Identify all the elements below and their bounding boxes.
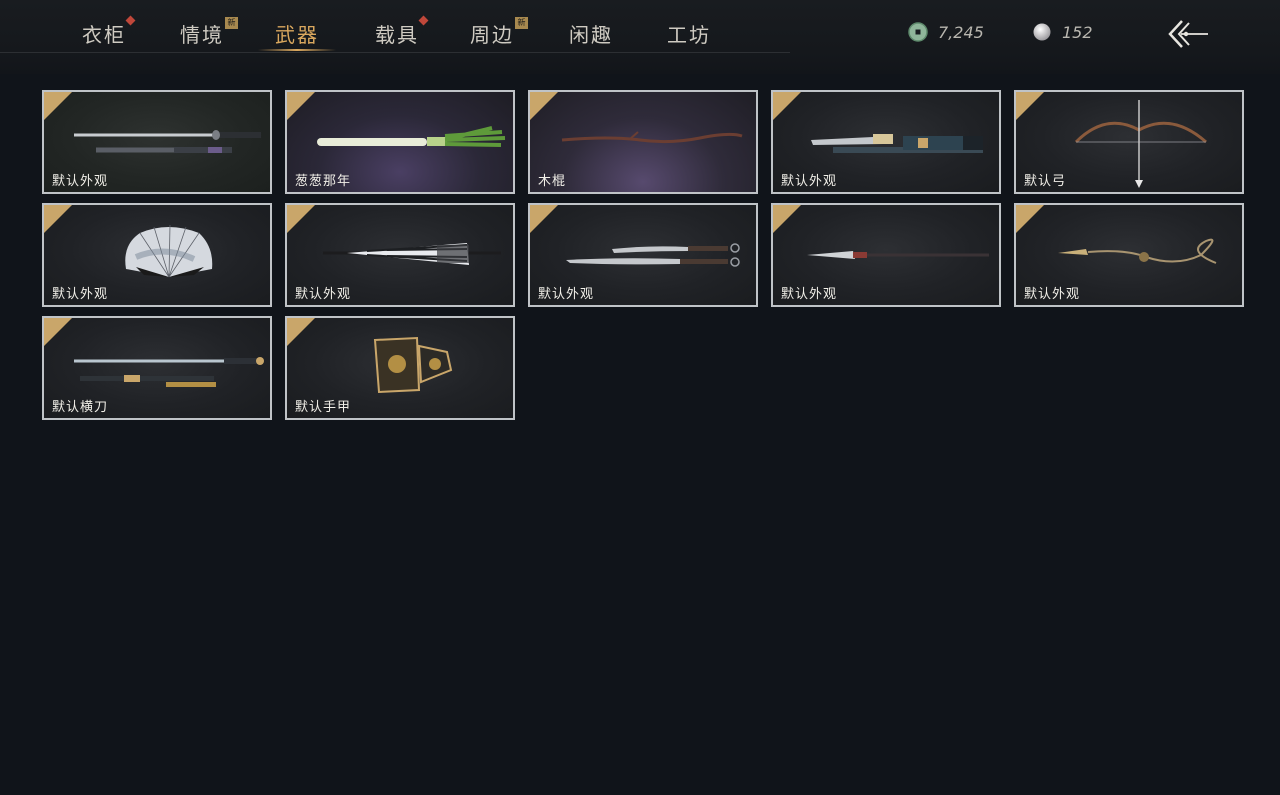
back-button[interactable] [1166,18,1210,50]
jade-coin-icon [908,22,928,42]
selected-checkmark [773,92,801,120]
back-arrow-icon [1168,20,1208,48]
weapon-name: 默认弓 [1024,174,1067,189]
pearl-amount: 152 [1062,22,1093,42]
selected-checkmark [44,92,72,120]
checkmark-icon [42,207,46,235]
checkmark-icon [528,207,532,235]
selected-checkmark [530,205,558,233]
selected-checkmark [530,92,558,120]
checkmark-icon [771,207,775,235]
category-tabs: 衣柜 情境 新 武器 载具 周边 新 闲趣 工坊 [0,0,790,53]
weapon-card[interactable]: 默认外观 [42,203,272,307]
weapon-card[interactable]: 葱葱那年 [285,90,515,194]
tab-label: 周边 [470,23,514,47]
weapon-name: 默认外观 [52,174,109,189]
active-tab-underline [258,49,336,51]
selected-checkmark [1016,92,1044,120]
weapon-card[interactable]: 默认手甲 [285,316,515,420]
weapon-name: 木棍 [538,174,567,189]
currency-pearl: 152 [1031,20,1093,44]
weapon-card[interactable]: 默认横刀 [42,316,272,420]
checkmark-icon [528,94,532,122]
tab-label: 情境 [180,23,224,47]
weapon-name: 默认外观 [781,174,838,189]
selected-checkmark [1016,205,1044,233]
weapon-card[interactable]: 默认外观 [285,203,515,307]
tab-wardrobe[interactable]: 衣柜 [82,15,136,49]
weapon-card[interactable]: 默认外观 [528,203,758,307]
weapon-name: 默认外观 [781,287,838,302]
pearl-icon [1033,23,1051,41]
selected-checkmark [287,92,315,120]
selected-checkmark [44,205,72,233]
jade-amount: 7,245 [938,22,984,42]
currency-jade: 7,245 [907,20,984,44]
checkmark-icon [1014,94,1018,122]
tab-label: 闲趣 [569,23,613,47]
tab-scene[interactable]: 情境 新 [180,17,238,49]
weapon-name: 默认外观 [52,287,109,302]
weapon-name: 葱葱那年 [295,174,352,189]
weapon-card[interactable]: 默认外观 [42,90,272,194]
weapon-card[interactable]: 默认外观 [1014,203,1244,307]
tab-weapons[interactable]: 武器 [275,19,319,49]
tab-leisure[interactable]: 闲趣 [569,19,613,49]
weapon-name: 默认横刀 [52,400,109,415]
selected-checkmark [287,205,315,233]
tab-workshop[interactable]: 工坊 [667,19,711,49]
weapon-card[interactable]: 默认外观 [771,203,1001,307]
weapon-card[interactable]: 默认外观 [771,90,1001,194]
tab-label: 武器 [275,23,319,47]
weapon-name: 默认手甲 [295,400,352,415]
tab-vehicles[interactable]: 载具 [375,15,429,49]
weapon-card[interactable]: 默认弓 [1014,90,1244,194]
weapon-name: 默认外观 [538,287,595,302]
tab-label: 衣柜 [82,23,126,47]
checkmark-icon [285,207,289,235]
weapon-card[interactable]: 木棍 [528,90,758,194]
checkmark-icon [771,94,775,122]
top-bar: 衣柜 情境 新 武器 载具 周边 新 闲趣 工坊 7,245 152 [0,0,1280,74]
red-dot-badge [125,15,136,26]
new-badge: 新 [225,17,238,29]
checkmark-icon [285,94,289,122]
checkmark-icon [1014,207,1018,235]
weapon-name: 默认外观 [1024,287,1081,302]
selected-checkmark [287,318,315,346]
checkmark-icon [42,94,46,122]
checkmark-icon [42,320,46,348]
selected-checkmark [44,318,72,346]
tab-accessories[interactable]: 周边 新 [470,17,528,49]
selected-checkmark [773,205,801,233]
weapon-name: 默认外观 [295,287,352,302]
red-dot-badge [418,15,429,26]
checkmark-icon [285,320,289,348]
new-badge: 新 [515,17,528,29]
tab-label: 载具 [375,23,419,47]
tab-label: 工坊 [667,23,711,47]
